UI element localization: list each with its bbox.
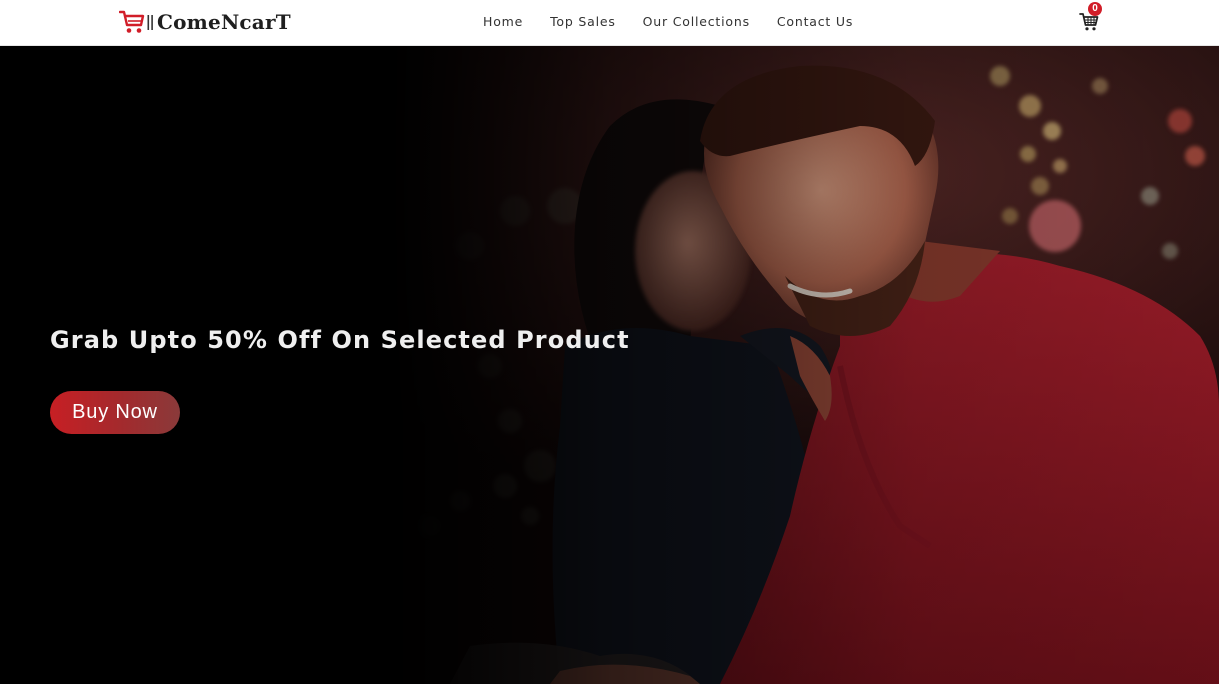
hero-banner: Grab Upto 50% Off On Selected Product Bu…: [0, 46, 1219, 684]
hero-headline: Grab Upto 50% Off On Selected Product: [50, 326, 630, 354]
nav-link-top-sales[interactable]: Top Sales: [550, 14, 616, 29]
main-navigation: Home Top Sales Our Collections Contact U…: [483, 0, 853, 44]
brand-name: ComeNcarT: [157, 10, 291, 34]
cart-logo-icon: [119, 10, 145, 33]
top-navbar: ComeNcarT Home Top Sales Our Collections…: [0, 0, 1219, 46]
nav-link-home[interactable]: Home: [483, 14, 523, 29]
nav-item-home: Home: [483, 13, 523, 31]
buy-now-button[interactable]: Buy Now: [50, 391, 180, 434]
nav-item-our-collections: Our Collections: [643, 13, 750, 31]
cart-count-badge: 0: [1088, 2, 1102, 16]
brand-logo[interactable]: ComeNcarT: [119, 8, 291, 36]
nav-item-top-sales: Top Sales: [550, 13, 616, 31]
nav-item-contact-us: Contact Us: [777, 13, 853, 31]
nav-link-our-collections[interactable]: Our Collections: [643, 14, 750, 29]
separator-bars-icon: [147, 15, 153, 30]
cart-button[interactable]: 0: [1079, 2, 1102, 32]
nav-link-contact-us[interactable]: Contact Us: [777, 14, 853, 29]
couple-laughing-photo: [0, 46, 1219, 684]
